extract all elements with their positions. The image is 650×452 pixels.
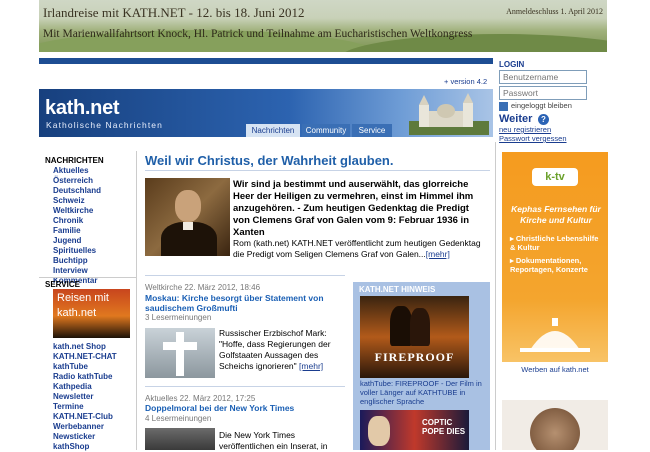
- sidebar-item-jugend[interactable]: Jugend: [53, 236, 101, 246]
- remember-row[interactable]: eingeloggt bleiben: [499, 101, 572, 111]
- coptic-news-image[interactable]: COPTIC POPE DIES: [360, 410, 469, 450]
- article-thumbnail[interactable]: [145, 428, 215, 450]
- article-thumbnail[interactable]: [145, 328, 215, 378]
- help-icon[interactable]: ?: [538, 114, 549, 125]
- forgot-password-link[interactable]: Passwort vergessen: [499, 134, 567, 143]
- fireproof-poster[interactable]: FIREPROOF: [360, 296, 469, 378]
- remember-checkbox[interactable]: [499, 101, 508, 111]
- sidebar-item-chat[interactable]: KATH.NET-CHAT: [53, 352, 117, 362]
- article-more-link[interactable]: [mehr]: [299, 361, 323, 371]
- sidebar-item-spirituelles[interactable]: Spirituelles: [53, 246, 101, 256]
- register-link[interactable]: neu registrieren: [499, 125, 551, 134]
- news-nav: Aktuelles Österreich Deutschland Schweiz…: [53, 166, 101, 286]
- article-meta: Aktuelles 22. März 2012, 17:25: [145, 394, 256, 403]
- sidebar-item-oesterreich[interactable]: Österreich: [53, 176, 101, 186]
- news-heading: NACHRICHTEN: [45, 156, 104, 165]
- tab-service[interactable]: Service: [352, 124, 392, 137]
- lead-more-link[interactable]: [mehr]: [426, 249, 450, 259]
- article-excerpt: Die New York Times veröffentlichen ein I…: [219, 430, 328, 451]
- ad-bullet: ▸ Christliche Lebenshilfe & Kultur: [510, 234, 599, 252]
- top-banner[interactable]: Irlandreise mit KATH.NET - 12. bis 18. J…: [39, 0, 607, 52]
- sidebar-item-kathpedia[interactable]: Kathpedia: [53, 382, 117, 392]
- sidebar-item-interview[interactable]: Interview: [53, 266, 101, 276]
- coptic-caption: COPTIC POPE DIES: [422, 418, 466, 436]
- sidebar-item-radio[interactable]: Radio kathTube: [53, 372, 117, 382]
- remember-label: eingeloggt bleiben: [511, 101, 572, 110]
- column-divider: [495, 142, 496, 450]
- lead-body: Rom (kath.net) KATH.NET veröffentlicht z…: [233, 238, 488, 260]
- ktv-ad[interactable]: k-tv Kephas Fernsehen für Kirche und Kul…: [502, 152, 608, 362]
- article-title[interactable]: Moskau: Kirche besorgt über Statement vo…: [145, 293, 345, 313]
- lead-headline[interactable]: Weil wir Christus, der Wahrheit glauben.: [145, 153, 393, 168]
- article-meta: Weltkirche 22. März 2012, 18:46: [145, 283, 261, 292]
- username-input[interactable]: [499, 70, 587, 84]
- lead-teaser: Wir sind ja bestimmt und auserwählt, das…: [233, 179, 474, 238]
- login-heading: LOGIN: [499, 60, 525, 69]
- bottom-ad[interactable]: [502, 400, 608, 450]
- ad-bullet-text: Christliche Lebenshilfe & Kultur: [510, 234, 599, 252]
- article-comments[interactable]: 3 Lesermeinungen: [145, 313, 211, 322]
- sidebar-item-newsletter[interactable]: Newsletter: [53, 392, 117, 402]
- service-heading: SERVICE: [45, 280, 80, 289]
- sidebar-divider: [39, 277, 136, 278]
- werben-link[interactable]: Werben auf kath.net: [502, 365, 608, 374]
- dome-illustration: [520, 318, 590, 352]
- article-excerpt: Russischer Erzbischof Mark: "Hoffe, dass…: [219, 328, 344, 372]
- hinweis-text[interactable]: kathTube: FIREPROOF - Der Film in voller…: [360, 379, 485, 406]
- sidebar-item-buchtipp[interactable]: Buchtipp: [53, 256, 101, 266]
- top-divider: [39, 58, 493, 64]
- church-image: [409, 93, 489, 135]
- tab-community[interactable]: Community: [302, 124, 350, 137]
- sidebar-item-werbebanner[interactable]: Werbebanner: [53, 422, 117, 432]
- lead-portrait-image[interactable]: [145, 178, 230, 256]
- service-nav: kath.net Shop KATH.NET-CHAT kathTube Rad…: [53, 342, 117, 452]
- version-link[interactable]: + version 4.2: [444, 77, 487, 86]
- sidebar-item-club[interactable]: KATH.NET-Club: [53, 412, 117, 422]
- ktv-logo: k-tv: [532, 168, 578, 186]
- headline-divider: [145, 170, 490, 171]
- tab-nachrichten[interactable]: Nachrichten: [246, 124, 300, 137]
- sidebar-item-weltkirche[interactable]: Weltkirche: [53, 206, 101, 216]
- banner-title: Irlandreise mit KATH.NET - 12. bis 18. J…: [43, 5, 305, 20]
- lead-divider: [145, 275, 345, 276]
- sidebar-item-kathtube[interactable]: kathTube: [53, 362, 117, 372]
- reisen-banner[interactable]: Reisen mit kath.net: [53, 289, 130, 338]
- sidebar-item-deutschland[interactable]: Deutschland: [53, 186, 101, 196]
- ad-bullet-text: Dokumentationen, Reportagen, Konzerte: [510, 256, 588, 274]
- site-subtitle: Katholische Nachrichten: [46, 120, 163, 130]
- banner-subtitle: Mit Marienwallfahrtsort Knock, Hl. Patri…: [43, 28, 473, 40]
- site-logo[interactable]: kath.net: [45, 97, 120, 120]
- sidebar-item-termine[interactable]: Termine: [53, 402, 117, 412]
- sidebar-item-shop[interactable]: kath.net Shop: [53, 342, 117, 352]
- sidebar-item-kathshop[interactable]: kathShop: [53, 442, 117, 452]
- ad-heading: Kephas Fernsehen für Kirche und Kultur: [511, 204, 601, 225]
- sidebar-item-chronik[interactable]: Chronik: [53, 216, 101, 226]
- sidebar-item-familie[interactable]: Familie: [53, 226, 101, 236]
- login-submit-button[interactable]: Weiter: [499, 113, 532, 125]
- article-comments[interactable]: 4 Lesermeinungen: [145, 414, 211, 423]
- article-divider: [145, 386, 345, 387]
- hinweis-heading: KATH.NET HINWEIS: [359, 285, 436, 294]
- sidebar-item-newsticker[interactable]: Newsticker: [53, 432, 117, 442]
- sidebar-item-schweiz[interactable]: Schweiz: [53, 196, 101, 206]
- banner-deadline: Anmeldeschluss 1. April 2012: [506, 7, 603, 16]
- password-input[interactable]: [499, 86, 587, 100]
- article-title[interactable]: Doppelmoral bei der New York Times: [145, 403, 345, 413]
- ad-bullet: ▸ Dokumentationen, Reportagen, Konzerte: [510, 256, 588, 274]
- sidebar-item-aktuelles[interactable]: Aktuelles: [53, 166, 101, 176]
- poster-title: FIREPROOF: [374, 350, 455, 364]
